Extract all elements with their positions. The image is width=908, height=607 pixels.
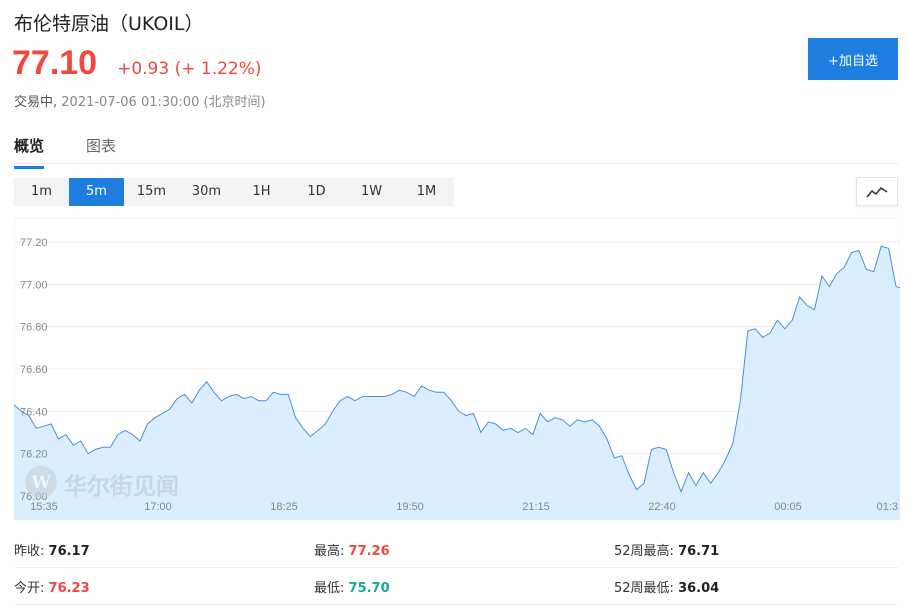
x-tick-label: 00:05 (774, 501, 802, 513)
stat-open: 今开: 76.23 (14, 577, 90, 596)
x-tick-label: 21:15 (522, 501, 550, 513)
stat-prev-close: 昨收: 76.17 (14, 540, 90, 559)
x-tick-label: 01:3 (877, 501, 898, 513)
status-time: 2021-07-06 01:30:00 (北京时间) (61, 95, 266, 110)
stat-value: 76.23 (48, 581, 90, 596)
stat-label: 今开: (14, 581, 45, 596)
tab-chart[interactable]: 图表 (86, 135, 116, 156)
stat-label: 最高: (314, 544, 345, 559)
stat-label: 52周最低: (614, 581, 674, 596)
stat-52w-low: 52周最低: 36.04 (614, 577, 719, 596)
add-watchlist-button[interactable]: +加自选 (808, 38, 898, 80)
x-tick-label: 15:35 (30, 501, 58, 513)
page-title: 布伦特原油（UKOIL） (14, 13, 204, 35)
stat-label: 52周最高: (614, 544, 674, 559)
status-label: 交易中, (14, 95, 58, 110)
trading-status: 交易中, 2021-07-06 01:30:00 (北京时间) (14, 91, 266, 110)
price-chart: 77.20 77.00 76.80 76.60 76.40 76.20 76.00 15:3… (13, 217, 908, 521)
period-5m[interactable]: 5m (69, 178, 124, 206)
stat-high: 最高: 77.26 (314, 540, 390, 559)
stats-row: 昨收: 76.17 最高: 77.26 52周最高: 76.71 (14, 531, 898, 568)
period-1m[interactable]: 1m (14, 178, 69, 206)
tab-overview[interactable]: 概览 (14, 135, 45, 169)
y-tick-label: 76.20 (20, 449, 48, 461)
stat-52w-high: 52周最高: 76.71 (614, 540, 719, 559)
x-tick-label: 22:40 (648, 501, 676, 513)
price-row: 77.10 +0.93 (+ 1.22%) (12, 44, 262, 83)
watermark-text: 华尔街见闻 (64, 473, 179, 500)
y-tick-label: 76.40 (20, 406, 48, 418)
period-1h[interactable]: 1H (234, 178, 289, 206)
stat-label: 最低: (314, 581, 345, 596)
period-30m[interactable]: 30m (179, 178, 234, 206)
last-price: 77.10 (12, 44, 98, 82)
x-tick-label: 18:25 (270, 501, 298, 513)
period-15m[interactable]: 15m (124, 178, 179, 206)
y-tick-label: 77.20 (20, 237, 48, 249)
stat-value: 76.71 (678, 544, 720, 559)
tab-bar: 概览 图表 (14, 133, 898, 169)
stats-table: 昨收: 76.17 最高: 77.26 52周最高: 76.71 今开: 76.… (14, 531, 898, 605)
stats-row: 今开: 76.23 最低: 75.70 52周最低: 36.04 (14, 568, 898, 605)
period-1d[interactable]: 1D (289, 178, 344, 206)
y-tick-label: 77.00 (20, 279, 48, 291)
x-tick-label: 19:50 (396, 501, 424, 513)
y-tick-label: 76.60 (20, 364, 48, 376)
price-chart-svg: 77.2077.0076.8076.6076.4076.2076.00 15:3… (13, 217, 908, 521)
stat-value: 77.26 (348, 544, 390, 559)
stat-value: 36.04 (678, 581, 720, 596)
x-tick-label: 17:00 (144, 501, 172, 513)
stat-value: 75.70 (348, 581, 390, 596)
period-selector: 1m 5m 15m 30m 1H 1D 1W 1M (14, 178, 454, 206)
line-chart-icon (866, 186, 888, 197)
period-1w[interactable]: 1W (344, 178, 399, 206)
stat-low: 最低: 75.70 (314, 577, 390, 596)
stat-label: 昨收: (14, 544, 45, 559)
price-change: +0.93 (+ 1.22%) (117, 59, 262, 79)
stat-value: 76.17 (48, 544, 90, 559)
chart-type-toggle[interactable] (856, 177, 898, 206)
y-tick-label: 76.80 (20, 322, 48, 334)
watermark-logo-letter: W (30, 473, 51, 493)
period-1mo[interactable]: 1M (399, 178, 454, 206)
